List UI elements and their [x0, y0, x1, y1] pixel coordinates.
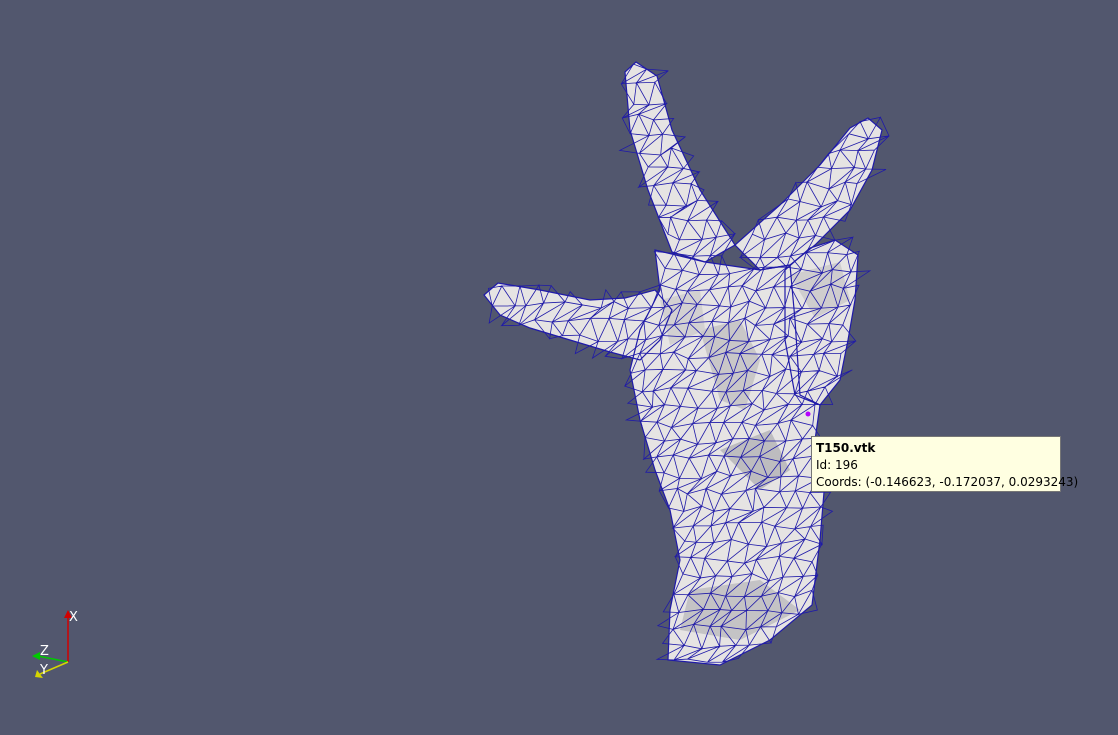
picked-point-icon — [805, 411, 811, 417]
tooltip-id: Id: 196 — [816, 458, 858, 472]
orientation-axes-icon: X Z Y — [32, 610, 78, 678]
axis-x-label: X — [69, 610, 78, 625]
tooltip-coords: Coords: (-0.146623, -0.172037, 0.0293243… — [816, 475, 1079, 489]
point-info-tooltip: T150.vtk Id: 196 Coords: (-0.146623, -0.… — [811, 436, 1079, 492]
hand-mesh[interactable] — [0, 0, 1118, 735]
tooltip-title: T150.vtk — [816, 441, 876, 455]
axis-z-label: Z — [40, 644, 49, 659]
axis-y-label: Y — [39, 663, 48, 678]
render-viewport[interactable]: T150.vtk Id: 196 Coords: (-0.146623, -0.… — [0, 0, 1118, 735]
